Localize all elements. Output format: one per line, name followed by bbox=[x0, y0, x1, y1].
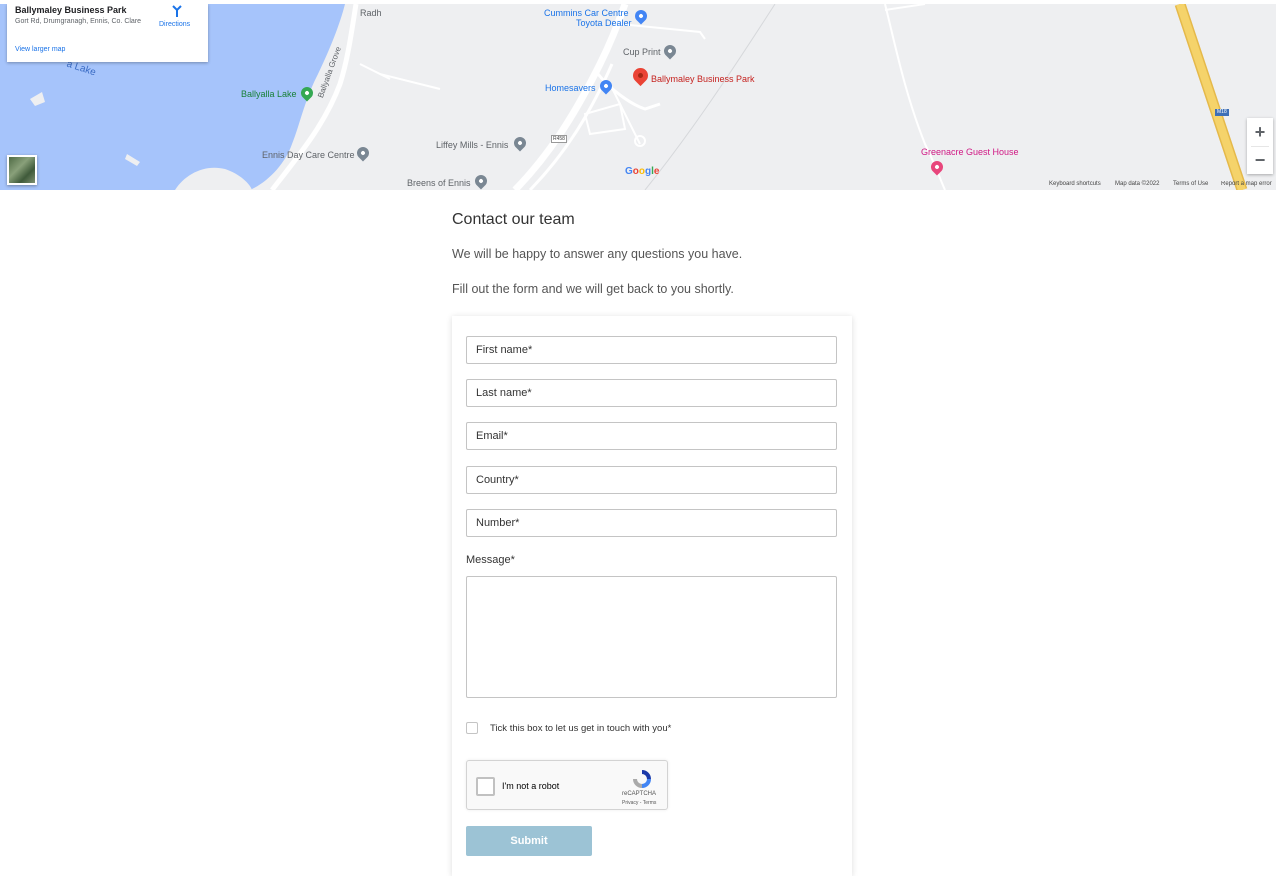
satellite-toggle-thumbnail[interactable] bbox=[7, 155, 37, 185]
country-input[interactable] bbox=[466, 466, 837, 494]
road-number-badge: R458 bbox=[551, 135, 567, 143]
view-larger-map-link[interactable]: View larger map bbox=[15, 46, 65, 53]
keyboard-shortcuts-link[interactable]: Keyboard shortcuts bbox=[1049, 181, 1101, 187]
map-data-attribution: Map data ©2022 bbox=[1115, 181, 1160, 187]
map-place-card: Ballymaley Business Park Gort Rd, Drumgr… bbox=[7, 4, 208, 62]
contact-intro-line-1: We will be happy to answer any questions… bbox=[452, 247, 743, 261]
zoom-controls: + − bbox=[1247, 118, 1273, 174]
message-textarea[interactable] bbox=[466, 576, 837, 698]
map-label-cup-print[interactable]: Cup Print bbox=[623, 47, 661, 57]
map-label-ennis-daycare[interactable]: Ennis Day Care Centre bbox=[262, 150, 355, 160]
directions-icon[interactable] bbox=[171, 5, 183, 17]
recaptcha-label: I'm not a robot bbox=[502, 781, 560, 791]
recaptcha-checkbox[interactable] bbox=[476, 777, 495, 796]
map-place-address: Gort Rd, Drumgranagh, Ennis, Co. Clare bbox=[15, 18, 142, 25]
email-input[interactable] bbox=[466, 422, 837, 450]
contact-intro-line-2: Fill out the form and we will get back t… bbox=[452, 282, 734, 296]
map-label-radh: Radh bbox=[360, 8, 382, 18]
recaptcha-widget: I'm not a robot reCAPTCHA Privacy - Term… bbox=[466, 760, 668, 810]
map-label-liffey-mills[interactable]: Liffey Mills - Ennis bbox=[436, 140, 508, 150]
terms-of-use-link[interactable]: Terms of Use bbox=[1173, 181, 1208, 187]
zoom-out-button[interactable]: − bbox=[1247, 146, 1273, 174]
zoom-in-button[interactable]: + bbox=[1247, 118, 1273, 146]
map-label-ballyalla-lake[interactable]: Ballyalla Lake bbox=[241, 89, 297, 99]
submit-button[interactable]: Submit bbox=[466, 826, 592, 856]
recaptcha-privacy-terms-link[interactable]: Privacy - Terms bbox=[622, 800, 656, 806]
map-label-cummins[interactable]: Cummins Car Centre bbox=[544, 8, 629, 18]
directions-link[interactable]: Directions bbox=[159, 21, 190, 28]
google-logo: Google bbox=[625, 166, 660, 177]
message-label: Message* bbox=[466, 554, 515, 566]
map-place-title: Ballymaley Business Park bbox=[15, 5, 127, 15]
recaptcha-logo-icon bbox=[631, 768, 653, 790]
report-map-error-link[interactable]: Report a map error bbox=[1221, 181, 1276, 187]
contact-heading: Contact our team bbox=[452, 211, 575, 228]
map-label-toyota[interactable]: Toyota Dealer bbox=[576, 18, 632, 28]
map-label-breens[interactable]: Breens of Ennis bbox=[407, 178, 471, 188]
first-name-input[interactable] bbox=[466, 336, 837, 364]
number-input[interactable] bbox=[466, 509, 837, 537]
consent-label: Tick this box to let us get in touch wit… bbox=[490, 723, 672, 734]
contact-form: Message* Tick this box to let us get in … bbox=[452, 316, 852, 876]
map-label-homesavers[interactable]: Homesavers bbox=[545, 83, 596, 93]
embedded-map[interactable]: Radh Cummins Car Centre Toyota Dealer Cu… bbox=[0, 4, 1276, 190]
last-name-input[interactable] bbox=[466, 379, 837, 407]
map-label-greenacre[interactable]: Greenacre Guest House bbox=[921, 147, 1019, 157]
motorway-number-badge: M18 bbox=[1215, 109, 1229, 116]
recaptcha-brand: reCAPTCHA bbox=[622, 791, 657, 797]
consent-checkbox[interactable] bbox=[466, 722, 478, 734]
map-label-ballymaley[interactable]: Ballymaley Business Park bbox=[651, 74, 755, 84]
